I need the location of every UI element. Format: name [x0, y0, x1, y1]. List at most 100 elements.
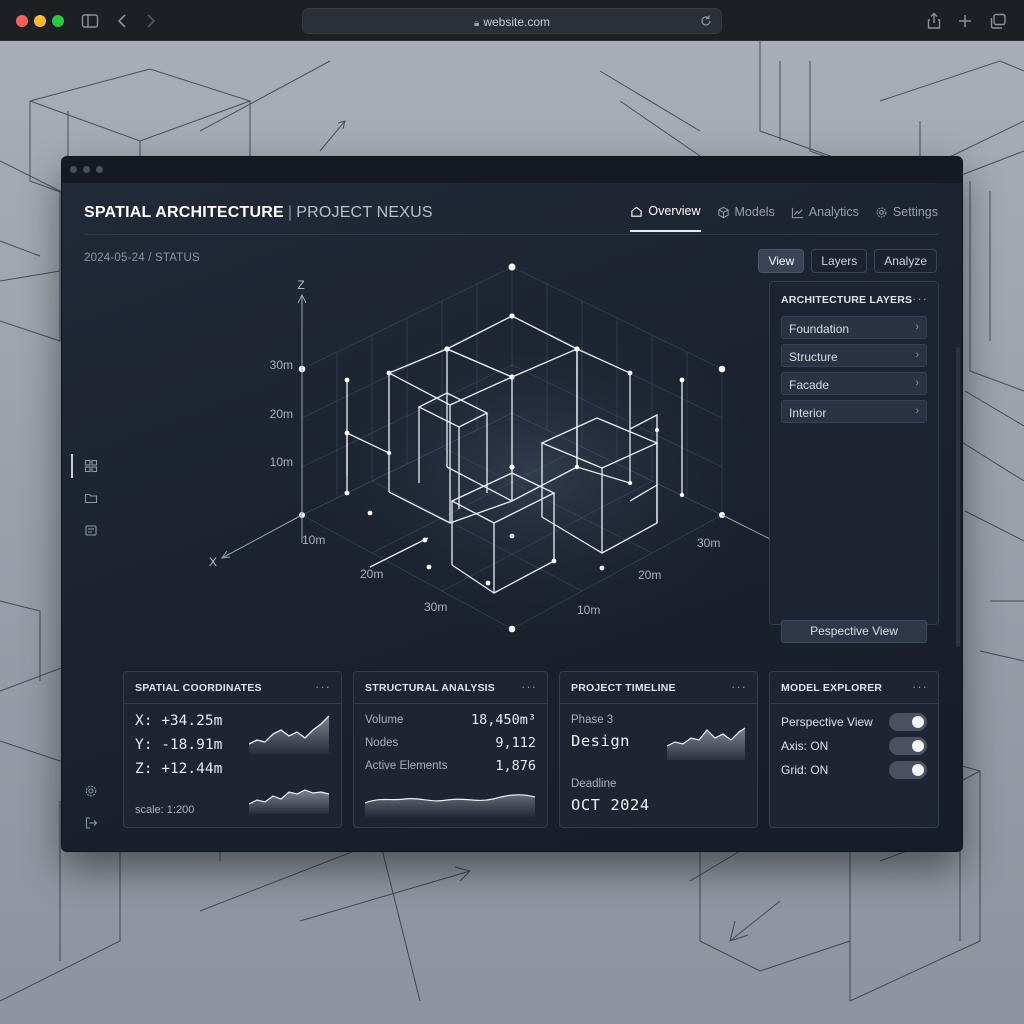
- phase-label: Phase 3: [571, 714, 614, 726]
- app-close-button[interactable]: [70, 166, 77, 173]
- card-divider: [770, 703, 938, 704]
- toggle-label: Perspective View: [781, 715, 873, 729]
- close-window-button[interactable]: [16, 15, 28, 27]
- deadline-value: OCT 2024: [571, 796, 650, 814]
- cube-icon: [717, 206, 729, 218]
- card-divider: [560, 703, 757, 704]
- forward-icon[interactable]: [140, 11, 160, 31]
- x-tick-30: 30m: [424, 600, 447, 614]
- axis-x-label: X: [209, 555, 217, 569]
- back-icon[interactable]: [113, 11, 133, 31]
- layers-icon[interactable]: [84, 523, 98, 537]
- nodes-value: 9,112: [495, 735, 536, 751]
- share-icon[interactable]: [924, 11, 944, 31]
- model-explorer-card: MODEL EXPLORER ··· Perspective View Axis…: [769, 671, 939, 828]
- scrollbar[interactable]: [956, 347, 960, 647]
- layer-item-label: Foundation: [789, 322, 850, 336]
- x-tick-20: 20m: [360, 567, 383, 581]
- layer-item-label: Interior: [789, 406, 827, 420]
- sidebar-icon[interactable]: [80, 11, 100, 31]
- axis-z-label: Z: [297, 278, 304, 292]
- y-tick-10: 10m: [577, 603, 600, 617]
- nav-overview[interactable]: Overview: [630, 204, 701, 232]
- more-options-icon[interactable]: ···: [912, 291, 928, 306]
- chart-icon: [791, 207, 803, 218]
- logout-icon[interactable]: [84, 816, 98, 830]
- layer-item-foundation[interactable]: Foundation ›: [781, 316, 927, 339]
- settings-gear-icon[interactable]: [84, 784, 98, 798]
- coordinate-sparkline-top: [249, 715, 330, 754]
- z-tick-30: 30m: [270, 358, 293, 372]
- coordinate-y: Y: -18.91m: [135, 737, 223, 753]
- address-bar[interactable]: 🔒︎ website.com: [302, 8, 722, 34]
- 3d-model-viewport[interactable]: Z X 30m 20m 10m 10m 20m 30m 10m 20m 30m: [182, 253, 782, 653]
- nav-analytics[interactable]: Analytics: [791, 204, 859, 232]
- layer-item-facade[interactable]: Facade ›: [781, 372, 927, 395]
- more-options-icon[interactable]: ···: [521, 679, 537, 694]
- axis-toggle[interactable]: [889, 737, 927, 755]
- project-timeline-card: PROJECT TIMELINE ··· Phase 3 Design Dead…: [559, 671, 758, 828]
- tab-analyze[interactable]: Analyze: [874, 249, 937, 273]
- y-tick-30: 30m: [697, 536, 720, 550]
- app-title-project: PROJECT NEXUS: [296, 204, 433, 221]
- layer-item-interior[interactable]: Interior ›: [781, 400, 927, 423]
- home-icon: [631, 206, 643, 217]
- card-title: MODEL EXPLORER: [781, 682, 883, 694]
- perspective-view-toggle[interactable]: [889, 713, 927, 731]
- structural-analysis-card: STRUCTURAL ANALYSIS ··· Volume 18,450m³ …: [353, 671, 548, 828]
- chevron-right-icon: ›: [915, 321, 919, 333]
- nav-analytics-label: Analytics: [808, 205, 859, 219]
- reload-icon[interactable]: [699, 14, 713, 28]
- toggle-label: Grid: ON: [781, 763, 829, 777]
- grid-icon[interactable]: [84, 459, 98, 473]
- maximize-window-button[interactable]: [52, 15, 64, 27]
- tab-layers[interactable]: Layers: [811, 249, 868, 273]
- nav-models[interactable]: Models: [717, 204, 775, 232]
- lock-icon: 🔒︎: [473, 18, 480, 29]
- active-elements-value: 1,876: [495, 758, 536, 774]
- volume-value: 18,450m³: [470, 712, 536, 728]
- app-window: SPATIAL ARCHITECTURE | PROJECT NEXUS Overv…: [61, 156, 963, 852]
- nav-settings[interactable]: Settings: [875, 204, 938, 232]
- app-maximize-button[interactable]: [96, 166, 103, 173]
- more-options-icon[interactable]: ···: [315, 679, 331, 694]
- structural-sparkline: [365, 794, 536, 817]
- toggle-row-grid: Grid: ON: [781, 761, 927, 779]
- toggle-row-axis: Axis: ON: [781, 737, 927, 755]
- card-title: PROJECT TIMELINE: [571, 682, 676, 694]
- tabs-overview-icon[interactable]: [988, 11, 1008, 31]
- perspective-view-button[interactable]: Pespective View: [781, 620, 927, 643]
- new-tab-icon[interactable]: [955, 11, 975, 31]
- y-tick-20: 20m: [638, 568, 661, 582]
- folder-icon[interactable]: [84, 491, 98, 505]
- timeline-sparkline: [667, 727, 746, 760]
- scale-text: scale: 1:200: [135, 804, 195, 816]
- app-title-primary: SPATIAL ARCHITECTURE: [84, 204, 284, 221]
- phase-value: Design: [571, 732, 630, 750]
- app-title: SPATIAL ARCHITECTURE | PROJECT NEXUS: [84, 204, 433, 222]
- more-options-icon[interactable]: ···: [731, 679, 747, 694]
- toggle-knob: [912, 764, 924, 776]
- layer-item-label: Facade: [789, 378, 830, 392]
- x-tick-10: 10m: [302, 533, 325, 547]
- nav-models-label: Models: [734, 205, 775, 219]
- z-tick-20: 20m: [270, 407, 293, 421]
- more-options-icon[interactable]: ···: [912, 679, 928, 694]
- header-divider: [84, 234, 938, 235]
- app-titlebar: [62, 157, 962, 183]
- layer-item-structure[interactable]: Structure ›: [781, 344, 927, 367]
- minimize-window-button[interactable]: [34, 15, 46, 27]
- deadline-label: Deadline: [571, 778, 617, 790]
- coordinate-sparkline-bottom: [249, 789, 330, 814]
- app-minimize-button[interactable]: [83, 166, 90, 173]
- nodes-label: Nodes: [365, 737, 399, 749]
- z-tick-10: 10m: [270, 455, 293, 469]
- chevron-right-icon: ›: [915, 405, 919, 417]
- chevron-right-icon: ›: [915, 349, 919, 361]
- architecture-layers-panel: ARCHITECTURE LAYERS ··· Foundation › Str…: [769, 281, 939, 643]
- card-divider: [124, 703, 341, 704]
- grid-toggle[interactable]: [889, 761, 927, 779]
- app-title-separator: |: [287, 204, 293, 221]
- active-elements-label: Active Elements: [365, 760, 448, 772]
- toggle-label: Axis: ON: [781, 739, 829, 753]
